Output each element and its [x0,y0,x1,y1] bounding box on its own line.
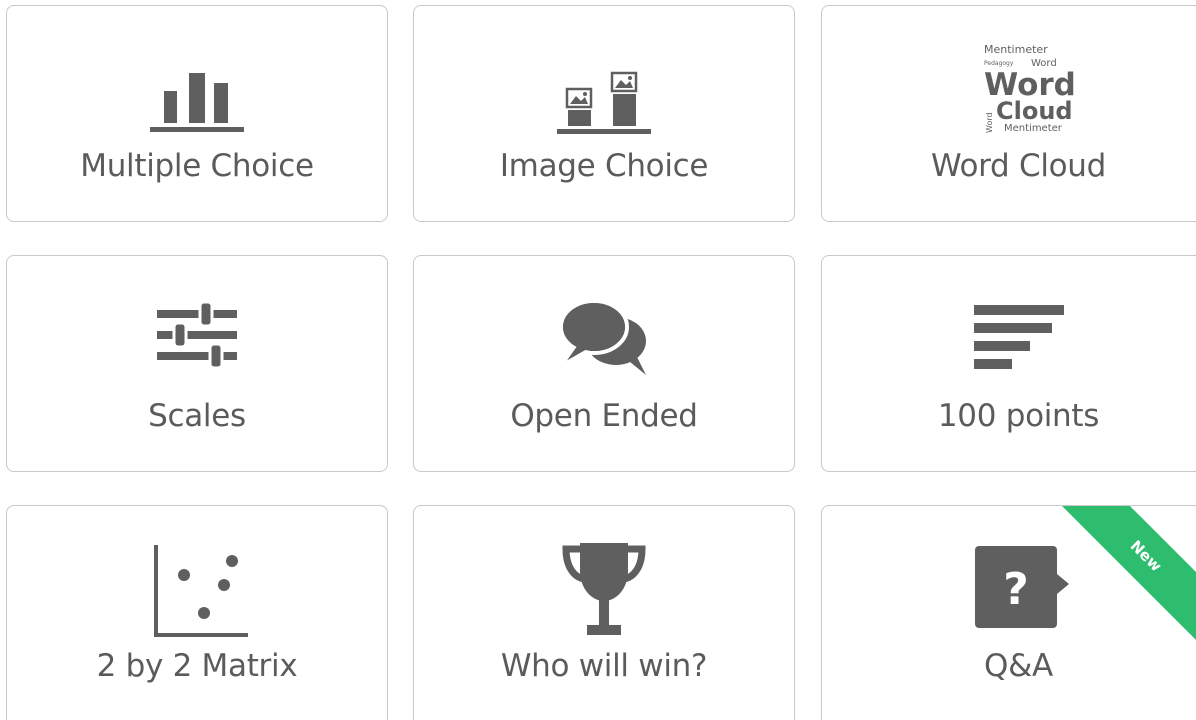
card-label: Image Choice [499,148,709,184]
word-cloud-text: Mentimeter [1004,123,1063,134]
question-type-2-by-2-matrix[interactable]: 2 by 2 Matrix [6,505,388,720]
sliders-icon [137,290,257,376]
card-label: Q&A [984,648,1053,684]
word-cloud-icon: Mentimeter Pedagogy Word Word Cloud Word… [959,36,1079,141]
image-choice-icon [544,56,664,142]
trophy-icon [544,536,664,642]
card-label: 100 points [937,398,1100,434]
horizontal-bars-icon [959,296,1079,382]
card-label: 2 by 2 Matrix [96,648,298,684]
question-type-100-points[interactable]: 100 points [821,255,1196,472]
scatter-plot-icon [137,536,257,642]
question-type-qa[interactable]: ? Q&A New [821,505,1196,720]
word-cloud-text: Cloud [996,97,1073,125]
question-type-grid: Multiple Choice Image Choice Mentimeter … [0,0,1196,720]
word-cloud-text: Pedagogy [984,60,1014,67]
word-cloud-text: Word [985,112,994,133]
card-label: Multiple Choice [80,148,314,184]
question-type-open-ended[interactable]: Open Ended [413,255,795,472]
question-type-word-cloud[interactable]: Mentimeter Pedagogy Word Word Cloud Word… [821,5,1196,222]
bar-chart-icon [137,56,257,142]
card-label: Word Cloud [930,148,1107,184]
question-type-scales[interactable]: Scales [6,255,388,472]
question-type-image-choice[interactable]: Image Choice [413,5,795,222]
card-label: Who will win? [500,648,708,684]
svg-text:?: ? [1003,564,1029,615]
question-type-multiple-choice[interactable]: Multiple Choice [6,5,388,222]
question-bubble-icon: ? [959,544,1079,630]
speech-bubbles-icon [544,294,664,380]
question-type-who-will-win[interactable]: Who will win? [413,505,795,720]
word-cloud-text: Mentimeter [984,43,1048,56]
card-label: Scales [148,398,246,434]
card-label: Open Ended [510,398,698,434]
